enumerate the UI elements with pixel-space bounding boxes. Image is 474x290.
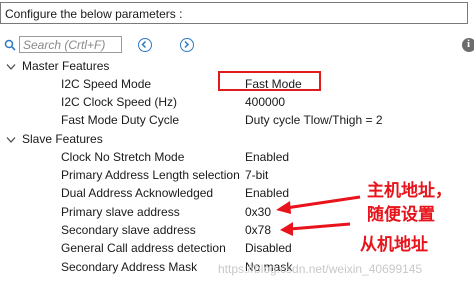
annotation-secondary: 从机地址 xyxy=(360,235,428,254)
annotation-primary-line1: 主机地址， xyxy=(367,181,452,200)
watermark: https://blog.csdn.net/weixin_40699145 xyxy=(218,262,423,276)
annotation-primary-line2: 随便设置 xyxy=(367,205,435,224)
